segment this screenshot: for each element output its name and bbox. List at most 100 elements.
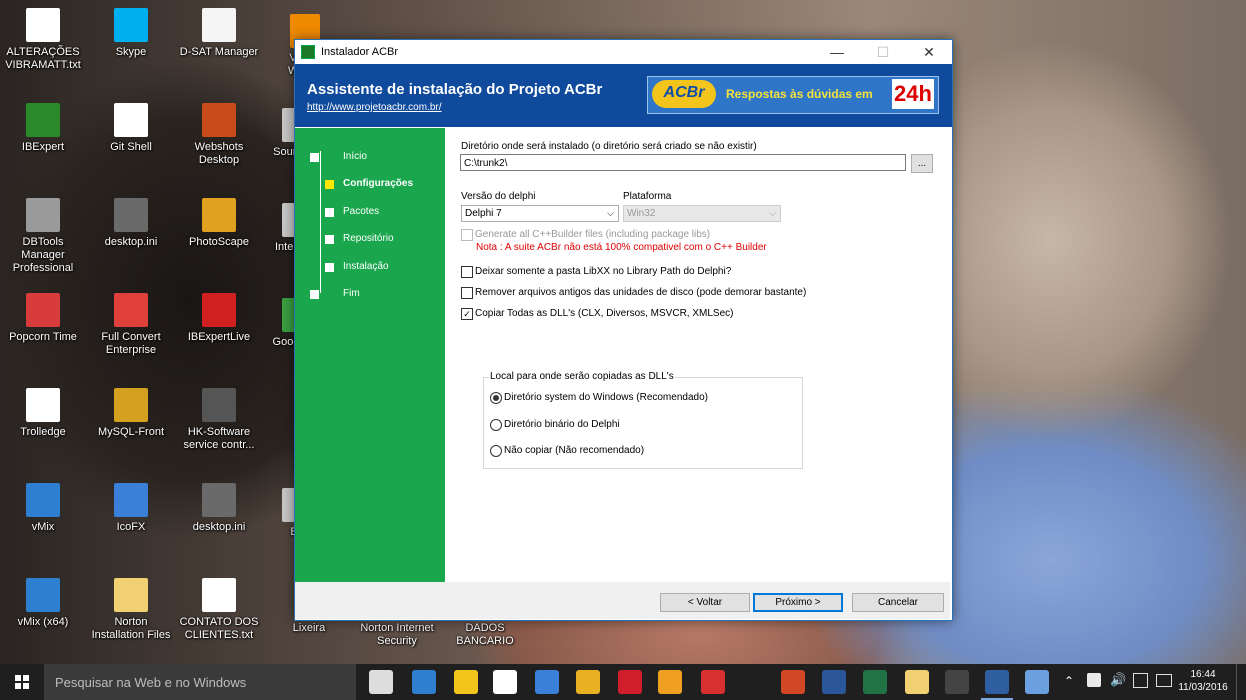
app-red-icon[interactable] xyxy=(701,670,725,694)
desktop-icon[interactable]: D-SAT Manager xyxy=(176,8,262,59)
opera-icon[interactable] xyxy=(618,670,642,694)
app-icon xyxy=(26,103,60,137)
app-icon xyxy=(202,388,236,422)
dll-location-group: Local para onde serão copiadas as DLL's … xyxy=(483,371,803,469)
app-icon xyxy=(114,8,148,42)
cmd-icon[interactable] xyxy=(945,670,969,694)
install-dir-input[interactable]: C:\trunk2\ xyxy=(460,154,906,171)
desktop-icon[interactable]: CONTATO DOS CLIENTES.txt xyxy=(176,578,262,642)
desktop-icon[interactable]: Trolledge xyxy=(0,388,86,439)
desktop-icon-label: Full Convert Enterprise xyxy=(101,331,161,356)
clock[interactable]: 16:44 11/03/2016 xyxy=(1177,668,1229,694)
app-icon xyxy=(202,8,236,42)
desktop-icon[interactable]: Skype xyxy=(88,8,174,59)
excel-icon[interactable] xyxy=(863,670,887,694)
app-blue-icon[interactable] xyxy=(535,670,559,694)
radio-label: Diretório system do Windows (Recomendado… xyxy=(504,392,708,403)
desktop-icon[interactable]: DBTools Manager Professional xyxy=(0,198,86,275)
desktop-icon[interactable]: DADOS BANCARIO xyxy=(442,622,528,662)
app-icon xyxy=(114,293,148,327)
powerpoint-icon[interactable] xyxy=(781,670,805,694)
task-view-icon[interactable] xyxy=(369,670,393,694)
desktop-icon[interactable]: vMix (x64) xyxy=(0,578,86,629)
desktop-icon-label: HK-Software service contr... xyxy=(183,426,255,451)
ad-banner[interactable]: ACBr Respostas às dúvidas em 24h xyxy=(647,76,939,114)
chevron-up-icon[interactable]: ⌃ xyxy=(1064,674,1074,688)
media-icon[interactable] xyxy=(658,670,682,694)
next-button[interactable]: Próximo > xyxy=(753,593,843,612)
desktop-icon[interactable]: IBExpert xyxy=(0,103,86,154)
desktop-icon[interactable]: Lixeira xyxy=(266,622,352,662)
step-label: Pacotes xyxy=(343,205,380,217)
step-label: Início xyxy=(343,151,367,162)
back-button[interactable]: < Voltar xyxy=(660,593,750,612)
desktop-icon-label: Lixeira xyxy=(292,622,326,634)
desktop-icon[interactable]: Full Convert Enterprise xyxy=(88,293,174,357)
keyboard-icon[interactable] xyxy=(1156,674,1172,687)
desktop-icon[interactable]: Webshots Desktop xyxy=(176,103,262,167)
desktop-icon-label: ALTERAÇÕES VIBRAMATT.txt xyxy=(5,46,81,71)
desktop-icon-label: PhotoScape xyxy=(189,236,249,248)
step-marker xyxy=(325,235,334,245)
volume-icon[interactable]: 🔊 xyxy=(1110,672,1126,688)
remove-files-checkbox[interactable] xyxy=(461,287,473,299)
desktop-icon[interactable]: desktop.ini xyxy=(176,483,262,534)
maximize-button[interactable]: ☐ xyxy=(860,40,906,64)
edge-icon[interactable] xyxy=(412,670,436,694)
desktop-icon-label: Git Shell xyxy=(110,141,152,153)
cpp-builder-checkbox[interactable] xyxy=(461,229,473,241)
cancel-button[interactable]: Cancelar xyxy=(852,593,944,612)
title-bar[interactable]: Instalador ACBr — ☐ ✕ xyxy=(295,40,952,64)
browse-button[interactable]: ... xyxy=(911,154,933,173)
files-icon[interactable] xyxy=(905,670,929,694)
network-icon[interactable] xyxy=(1087,673,1101,687)
desktop-icon-label: IBExpertLive xyxy=(187,331,251,343)
chrome-icon[interactable] xyxy=(576,670,600,694)
close-button[interactable]: ✕ xyxy=(906,40,952,64)
desktop-icon[interactable]: PhotoScape xyxy=(176,198,262,249)
radio-dot xyxy=(493,395,499,401)
desktop-icon[interactable]: desktop.ini xyxy=(88,198,174,249)
desktop-icon[interactable]: Norton Installation Files xyxy=(88,578,174,642)
clock-date: 11/03/2016 xyxy=(1178,682,1228,693)
minimize-button[interactable]: — xyxy=(814,40,860,64)
desktop-icon[interactable]: IcoFX xyxy=(88,483,174,534)
search-box[interactable]: Pesquisar na Web e no Windows xyxy=(44,664,356,700)
copy-dll-checkbox[interactable]: ✓ xyxy=(461,308,473,320)
libxx-checkbox[interactable] xyxy=(461,266,473,278)
radio-delphi-bin[interactable] xyxy=(490,419,502,431)
store-icon[interactable] xyxy=(493,670,517,694)
desktop-icon[interactable]: Git Shell xyxy=(88,103,174,154)
desktop-icon[interactable]: IBExpertLive xyxy=(176,293,262,344)
desktop-icon[interactable]: vMix xyxy=(0,483,86,534)
copy-dll-label: Copiar Todas as DLL's (CLX, Diversos, MS… xyxy=(475,308,734,319)
desktop-icon[interactable]: Popcorn Time xyxy=(0,293,86,344)
action-center-icon[interactable] xyxy=(1133,673,1148,688)
app-icon xyxy=(114,578,148,612)
radio-system-dir[interactable] xyxy=(490,392,502,404)
delphi-version-select[interactable]: Delphi 7 ⌵ xyxy=(461,205,619,222)
word-icon[interactable] xyxy=(822,670,846,694)
radio-no-copy[interactable] xyxy=(490,445,502,457)
desktop-icon[interactable]: Norton Internet Security xyxy=(354,622,440,662)
step-label: Fim xyxy=(343,288,360,299)
start-button[interactable] xyxy=(0,664,44,700)
platform-select[interactable]: Win32 ⌵ xyxy=(623,205,781,222)
desktop-icon-label: MySQL-Front xyxy=(97,426,164,438)
app-misc-icon[interactable] xyxy=(1025,670,1049,694)
step-label: Repositório xyxy=(343,233,394,245)
group-title: Local para onde serão copiadas as DLL's xyxy=(489,371,675,382)
app-icon xyxy=(202,198,236,232)
radio-label: Diretório binário do Delphi xyxy=(504,419,620,430)
desktop-icon[interactable]: HK-Software service contr... xyxy=(176,388,262,452)
file-explorer-icon[interactable] xyxy=(454,670,478,694)
installer-icon[interactable] xyxy=(981,670,1013,700)
desktop-icon-label: desktop.ini xyxy=(104,236,158,248)
steps-sidebar: Início Configurações Pacotes Repositório Ins… xyxy=(295,128,445,582)
desktop-icon[interactable]: MySQL-Front xyxy=(88,388,174,439)
desktop-icon-partial[interactable]: V Wo xyxy=(258,14,320,78)
desktop-icon[interactable]: ALTERAÇÕES VIBRAMATT.txt xyxy=(0,8,86,72)
show-desktop-button[interactable] xyxy=(1236,664,1246,700)
windows-logo-icon xyxy=(15,675,29,689)
project-link[interactable]: http://www.projetoacbr.com.br/ xyxy=(307,102,442,113)
